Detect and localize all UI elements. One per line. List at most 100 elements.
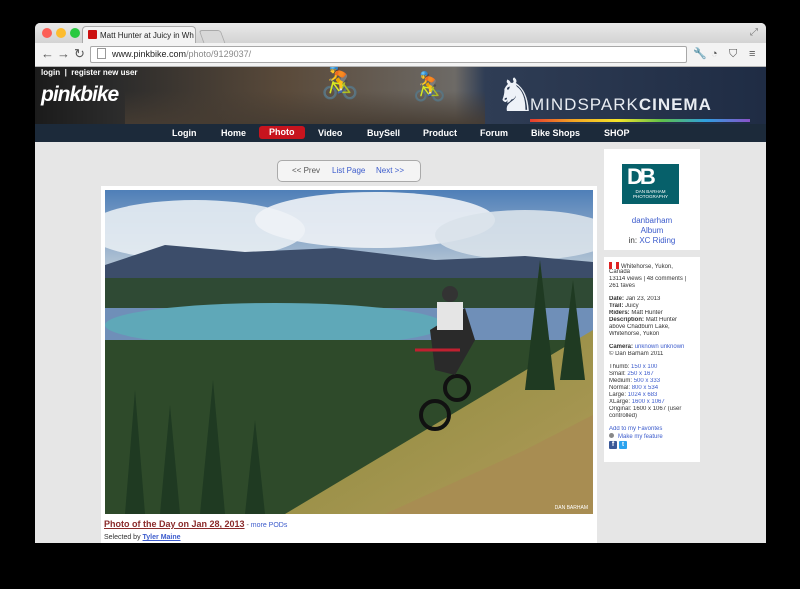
nav-home[interactable]: Home <box>221 124 246 142</box>
list-page-link[interactable]: List Page <box>332 161 365 181</box>
nav-login[interactable]: Login <box>172 124 197 142</box>
author-name-link[interactable]: danbarham <box>604 216 700 225</box>
forward-button[interactable]: → <box>57 46 70 62</box>
banner-color-stripe <box>530 119 750 122</box>
size-thumb: Thumb: 150 x 100 <box>609 364 697 371</box>
user-links-separator: | <box>64 68 67 77</box>
date-line: Date: Jan 23, 2013 <box>609 296 697 303</box>
trail-line: Trail: Juicy <box>609 303 697 310</box>
browser-window: Matt Hunter at Juicy in Wh ⤢ ← → ↻ www.p… <box>35 23 766 543</box>
nav-product[interactable]: Product <box>423 124 457 142</box>
add-favorites-link[interactable]: Add to my Favorites <box>609 426 697 433</box>
original-line-1: Original: 1600 x 1067 (user <box>609 406 682 412</box>
photo-container: DAN BARHAM Photo of the Day on Jan 28, 2… <box>101 186 597 543</box>
size-label: Medium: <box>609 378 633 384</box>
riders-value: Matt Hunter <box>631 310 663 316</box>
description-value-2: above Chadburn Lake, <box>609 324 670 330</box>
mindspark-cinema-banner[interactable]: MINDSPARKCINEMA <box>530 95 712 115</box>
pinkbike-logo[interactable]: pinkbike <box>41 83 119 107</box>
nav-photo[interactable]: Photo <box>259 126 305 139</box>
size-small: Small: 250 x 167 <box>609 371 697 378</box>
main-photo[interactable]: DAN BARHAM <box>105 190 593 514</box>
prev-link[interactable]: << Prev <box>292 161 320 181</box>
size-small-link[interactable]: 250 x 167 <box>627 371 653 377</box>
browser-tab[interactable]: Matt Hunter at Juicy in Wh <box>82 26 196 44</box>
facebook-icon[interactable]: f <box>609 441 617 449</box>
nav-shop[interactable]: SHOP <box>604 124 630 142</box>
riders-label: Riders: <box>609 310 630 316</box>
mountain-biker-icon: 🚴 <box>320 67 360 100</box>
riders-line: Riders: Matt Hunter <box>609 310 697 317</box>
wrench-icon[interactable]: 🔧 <box>693 47 707 61</box>
selected-prefix: Selected by <box>104 534 143 541</box>
size-label: Large: <box>609 392 627 398</box>
address-bar[interactable]: www.pinkbike.com/photo/9129037/ <box>90 46 687 63</box>
author-logo-letters: DB <box>627 164 656 189</box>
url-path: /photo/9129037/ <box>186 49 252 59</box>
make-feature-line: Make my feature <box>609 433 697 441</box>
size-label: Small: <box>609 371 626 377</box>
size-label: Normal: <box>609 385 631 391</box>
size-xlarge-link[interactable]: 1600 x 1067 <box>632 399 665 405</box>
photo-caption: Photo of the Day on Jan 28, 2013 - more … <box>104 519 287 529</box>
date-label: Date: <box>609 296 625 302</box>
size-label: Thumb: <box>609 364 630 370</box>
trail-value: Juicy <box>625 303 639 309</box>
page-viewport: login | register new user pinkbike 🚴 🚴 ♞… <box>35 67 766 543</box>
camera-link[interactable]: unknown unknown <box>635 344 685 350</box>
photo-credit: DAN BARHAM <box>554 505 588 511</box>
nav-video[interactable]: Video <box>318 124 342 142</box>
description-value-1: Matt Hunter <box>645 317 678 323</box>
close-window-button[interactable] <box>42 28 52 38</box>
stats-line-2: 261 faves <box>609 283 636 289</box>
size-large-link[interactable]: 1024 x 683 <box>628 392 658 398</box>
category-link[interactable]: XC Riding <box>639 236 675 245</box>
login-link[interactable]: login <box>41 68 60 77</box>
back-button[interactable]: ← <box>41 46 54 62</box>
fullscreen-icon[interactable]: ⤢ <box>750 27 758 38</box>
author-logo[interactable]: DB DAN BARHAM PHOTOGRAPHY <box>622 164 679 204</box>
nav-buysell[interactable]: BuySell <box>367 124 400 142</box>
twitter-icon[interactable]: t <box>619 441 627 449</box>
canada-flag-icon <box>609 262 619 269</box>
size-medium-link[interactable]: 500 x 333 <box>634 378 660 384</box>
size-label: XLarge: <box>609 399 631 405</box>
selected-by-link[interactable]: Tyler Maine <box>143 534 181 541</box>
potd-link[interactable]: Photo of the Day on Jan 28, 2013 <box>104 519 245 529</box>
camera-line: Camera: unknown unknown <box>609 344 697 351</box>
album-link[interactable]: Album <box>604 226 700 235</box>
more-pods-link[interactable]: more PODs <box>251 522 288 529</box>
register-link[interactable]: register new user <box>71 68 137 77</box>
copyright-line: © Dan Barham 2011 <box>609 351 664 357</box>
reload-button[interactable]: ↻ <box>74 46 85 62</box>
clock-extension-icon[interactable]: ◔ <box>711 47 718 61</box>
trail-label: Trail: <box>609 303 624 309</box>
banner-bold-text: CINEMA <box>638 95 712 114</box>
description-line: Description: Matt Hunter <box>609 317 697 324</box>
minimize-window-button[interactable] <box>56 28 66 38</box>
make-feature-link[interactable]: Make my feature <box>618 434 663 440</box>
size-normal-link[interactable]: 800 x 534 <box>632 385 658 391</box>
size-large: Large: 1024 x 683 <box>609 392 697 399</box>
selected-by: Selected by Tyler Maine <box>104 534 181 541</box>
location-line-2: Canada <box>609 269 631 275</box>
nav-bike-shops[interactable]: Bike Shops <box>531 124 580 142</box>
maximize-window-button[interactable] <box>70 28 80 38</box>
camera-label: Camera: <box>609 344 634 350</box>
date-value: Jan 23, 2013 <box>625 296 661 302</box>
nav-forum[interactable]: Forum <box>480 124 508 142</box>
pocket-icon[interactable]: ⛉ <box>729 47 737 61</box>
menu-icon[interactable]: ≡ <box>749 47 755 61</box>
pinkbike-favicon-icon <box>88 30 97 39</box>
author-box: DB DAN BARHAM PHOTOGRAPHY danbarham Albu… <box>604 149 700 250</box>
size-thumb-link[interactable]: 150 x 100 <box>631 364 657 370</box>
new-tab-button[interactable] <box>198 30 226 43</box>
page-icon <box>97 48 106 59</box>
size-xlarge: XLarge: 1600 x 1067 <box>609 399 697 406</box>
site-header: login | register new user pinkbike 🚴 🚴 ♞… <box>35 67 766 124</box>
next-link[interactable]: Next >> <box>376 161 404 181</box>
author-logo-text: DAN BARHAM PHOTOGRAPHY <box>633 189 668 199</box>
banner-thin-text: MINDSPARK <box>530 95 639 114</box>
photo-details-box: Whitehorse, Yukon, Canada 13114 views | … <box>604 257 700 462</box>
title-bar: Matt Hunter at Juicy in Wh ⤢ <box>35 23 766 44</box>
